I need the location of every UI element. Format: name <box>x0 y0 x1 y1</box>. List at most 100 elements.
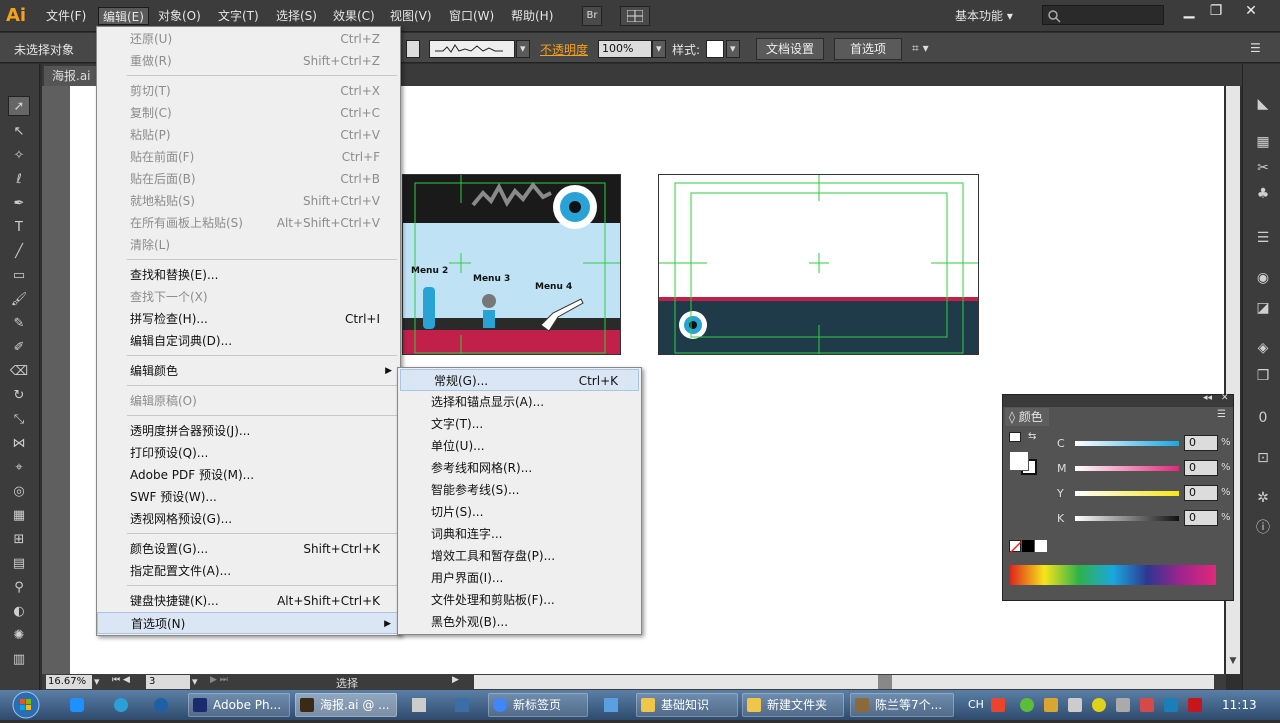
eyedropper-tool-icon[interactable]: ⚲ <box>8 578 30 598</box>
acrobat-icon[interactable] <box>1188 698 1202 712</box>
tray-icon[interactable] <box>1164 698 1178 712</box>
minimize-button[interactable]: ▁ <box>1176 2 1202 20</box>
align-icon[interactable]: ⊡ <box>1253 448 1273 468</box>
menu-item-paste-in-back[interactable]: 贴在后面(B) Ctrl+B <box>97 168 400 190</box>
taskbar-item[interactable]: 海报.ai @ ... <box>295 693 397 717</box>
menu-item-redo[interactable]: 重做(R) Shift+Ctrl+Z <box>97 50 400 72</box>
stroke-icon[interactable]: ☰ <box>1253 228 1273 248</box>
pref-item-smart-guides[interactable]: 智能参考线(S)... <box>398 479 641 501</box>
menu-item-edit-colors[interactable]: 编辑颜色 ▶ <box>97 360 400 382</box>
free-transform-tool-icon[interactable]: ⌖ <box>8 458 30 478</box>
artboards-icon[interactable]: ❒ <box>1253 366 1273 386</box>
menu-item-print-presets[interactable]: 打印预设(Q)... <box>97 442 400 464</box>
opacity-dropdown-arrow[interactable]: ▾ <box>652 40 666 58</box>
document-setup-button[interactable]: 文档设置 <box>756 38 824 60</box>
eraser-tool-icon[interactable]: ⌫ <box>8 362 30 382</box>
zoom-dropdown-arrow[interactable]: ▾ <box>94 675 100 688</box>
menu-file[interactable]: 文件(F) <box>42 7 90 25</box>
menu-item-assign-profile[interactable]: 指定配置文件(A)... <box>97 560 400 582</box>
menu-item-edit-original[interactable]: 编辑原稿(O) <box>97 390 400 412</box>
shape-builder-tool-icon[interactable]: ◎ <box>8 482 30 502</box>
pref-item-type[interactable]: 文字(T)... <box>398 413 641 435</box>
menu-item-pdf-presets[interactable]: Adobe PDF 预设(M)... <box>97 464 400 486</box>
transparency-icon[interactable]: ◪ <box>1253 298 1273 318</box>
color-guide-icon[interactable]: 0 <box>1253 408 1273 428</box>
fill-swatch[interactable] <box>1009 451 1029 471</box>
stroke-weight-field[interactable] <box>406 40 420 58</box>
symbol-sprayer-tool-icon[interactable]: ✺ <box>8 626 30 646</box>
rotate-tool-icon[interactable]: ↻ <box>8 386 30 406</box>
brush-dropdown-arrow[interactable]: ▾ <box>516 40 530 58</box>
pencil-tool-icon[interactable]: ✎ <box>8 314 30 334</box>
menu-item-cut[interactable]: 剪切(T) Ctrl+X <box>97 80 400 102</box>
horizontal-scrollbar[interactable] <box>474 675 1214 689</box>
artboard-2[interactable] <box>658 174 979 355</box>
yellow-slider[interactable] <box>1075 491 1179 496</box>
artboard-dropdown-arrow[interactable]: ▾ <box>192 675 198 688</box>
pref-item-user-interface[interactable]: 用户界面(I)... <box>398 567 641 589</box>
menu-item-paste-all-artboards[interactable]: 在所有画板上粘贴(S) Alt+Shift+Ctrl+V <box>97 212 400 234</box>
pref-item-hyphenation[interactable]: 词典和连字... <box>398 523 641 545</box>
graphic-style-swatch[interactable] <box>706 40 724 58</box>
menu-item-clear[interactable]: 清除(L) <box>97 234 400 256</box>
menu-object[interactable]: 对象(O) <box>154 7 205 25</box>
pen-tool-icon[interactable]: ✒ <box>8 194 30 214</box>
panel-menu-icon[interactable]: ☰ <box>1250 41 1261 55</box>
symbols-icon[interactable]: ♣ <box>1253 184 1273 204</box>
pref-item-units[interactable]: 单位(U)... <box>398 435 641 457</box>
info-icon[interactable]: ⓘ <box>1253 518 1273 538</box>
status-menu-arrow[interactable]: ▶ <box>452 675 459 685</box>
cyan-slider[interactable] <box>1075 441 1179 446</box>
menu-item-spell-check[interactable]: 拼写检查(H)... Ctrl+I <box>97 308 400 330</box>
cyan-field[interactable]: 0 <box>1184 435 1218 451</box>
workspace-switcher[interactable]: 基本功能 ▾ <box>955 7 1013 24</box>
magenta-slider[interactable] <box>1075 466 1179 471</box>
paintbrush-tool-icon[interactable]: 🖌 <box>8 290 30 310</box>
menu-edit[interactable]: 编辑(E) <box>98 7 149 25</box>
layers-icon[interactable]: ◈ <box>1253 338 1273 358</box>
artboard-number-field[interactable]: 3 <box>146 675 190 689</box>
scroll-down-arrow-icon[interactable]: ▼ <box>1226 656 1240 670</box>
taskbar-item[interactable]: 陈兰等7个... <box>850 693 954 717</box>
menu-item-paste[interactable]: 粘贴(P) Ctrl+V <box>97 124 400 146</box>
column-graph-tool-icon[interactable]: ▥ <box>8 650 30 670</box>
black-field[interactable]: 0 <box>1184 510 1218 526</box>
menu-effect[interactable]: 效果(C) <box>329 7 379 25</box>
type-tool-icon[interactable]: T <box>8 218 30 238</box>
tray-icon[interactable] <box>1140 698 1154 712</box>
none-swatch[interactable] <box>1009 540 1023 554</box>
menu-item-flattener-presets[interactable]: 透明度拼合器预设(J)... <box>97 420 400 442</box>
gradient-icon[interactable]: ◉ <box>1253 268 1273 288</box>
ime-icon[interactable] <box>991 698 1005 712</box>
style-dropdown-arrow[interactable]: ▾ <box>726 40 740 58</box>
swap-colors-icon[interactable]: ⇆ <box>1028 431 1036 442</box>
quicklaunch-icon[interactable] <box>455 698 469 712</box>
pref-item-slices[interactable]: 切片(S)... <box>398 501 641 523</box>
color-panel-header[interactable]: ◂◂ ✕ <box>1003 393 1233 407</box>
tray-icon[interactable] <box>1044 698 1058 712</box>
panel-menu-icon[interactable]: ☰ <box>1217 409 1226 420</box>
pref-item-guides-grid[interactable]: 参考线和网格(R)... <box>398 457 641 479</box>
white-swatch[interactable] <box>1035 540 1047 552</box>
pref-item-appearance-black[interactable]: 黑色外观(B)... <box>398 611 641 633</box>
quicklaunch-icon[interactable] <box>604 698 618 712</box>
menu-item-perspective-presets[interactable]: 透视网格预设(G)... <box>97 508 400 530</box>
menu-item-copy[interactable]: 复制(C) Ctrl+C <box>97 102 400 124</box>
opacity-field[interactable]: 100% <box>598 40 652 58</box>
artboard-1[interactable]: Menu 2 Menu 3 Menu 4 <box>402 174 621 355</box>
quicklaunch-icon[interactable] <box>412 698 426 712</box>
search-input[interactable] <box>1042 5 1164 25</box>
pref-item-plugins-scratch[interactable]: 增效工具和暂存盘(P)... <box>398 545 641 567</box>
rectangle-tool-icon[interactable]: ▭ <box>8 266 30 286</box>
input-language[interactable]: CH <box>968 698 984 711</box>
taskbar-item[interactable]: Adobe Ph... <box>188 693 290 717</box>
menu-item-find-next[interactable]: 查找下一个(X) <box>97 286 400 308</box>
magic-wand-tool-icon[interactable]: ✧ <box>8 146 30 166</box>
preferences-button[interactable]: 首选项 <box>834 38 902 60</box>
transform-icon[interactable]: ✲ <box>1253 488 1273 508</box>
line-tool-icon[interactable]: ╱ <box>8 242 30 262</box>
menu-view[interactable]: 视图(V) <box>386 7 436 25</box>
arrange-icon[interactable]: ⌗ ▾ <box>912 41 929 56</box>
pref-item-selection-anchor[interactable]: 选择和锚点显示(A)... <box>398 391 641 413</box>
color-panel-tab[interactable]: ◊ 颜色 <box>1005 408 1049 426</box>
